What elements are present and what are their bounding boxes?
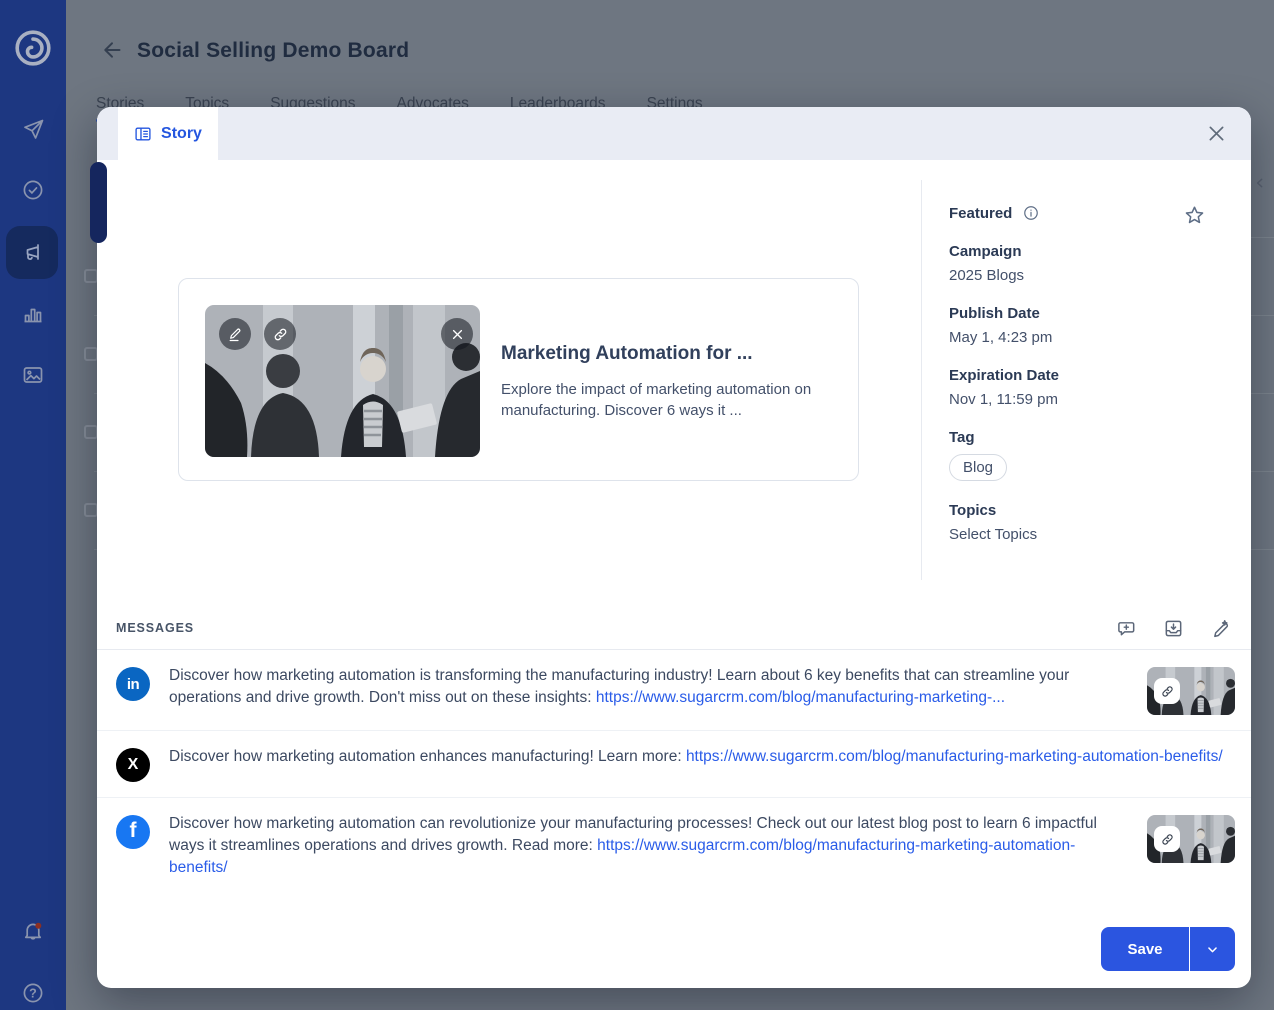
message-text: Discover how marketing automation enhanc… bbox=[169, 746, 1235, 768]
facebook-icon: f bbox=[116, 815, 150, 849]
expiration-date-value[interactable]: Nov 1, 11:59 pm bbox=[949, 391, 1199, 408]
message-thumbnail[interactable] bbox=[1147, 667, 1235, 715]
expiration-date-field: Expiration Date Nov 1, 11:59 pm bbox=[949, 367, 1199, 408]
message-link[interactable]: https://www.sugarcrm.com/blog/manufactur… bbox=[686, 748, 1223, 765]
campaign-label: Campaign bbox=[949, 243, 1022, 260]
chevron-down-icon bbox=[1208, 946, 1217, 952]
svg-text:?: ? bbox=[29, 986, 37, 1000]
topics-label: Topics bbox=[949, 502, 997, 519]
selected-story-indicator bbox=[90, 162, 107, 243]
app-sidebar: ? bbox=[0, 0, 66, 1010]
story-card-icon bbox=[135, 126, 151, 141]
story-modal: Story Marketing Automation for ... Explo… bbox=[97, 107, 1251, 988]
message-text: Discover how marketing automation can re… bbox=[169, 813, 1128, 879]
megaphone-icon[interactable] bbox=[21, 240, 45, 264]
help-icon[interactable]: ? bbox=[21, 981, 45, 1005]
page-title: Social Selling Demo Board bbox=[137, 39, 410, 62]
row-checkbox[interactable] bbox=[84, 347, 98, 361]
message-row-x[interactable]: X Discover how marketing automation enha… bbox=[97, 731, 1251, 798]
story-tab-label: Story bbox=[161, 124, 202, 142]
send-icon[interactable] bbox=[21, 117, 45, 141]
row-checkbox[interactable] bbox=[84, 425, 98, 439]
message-thumbnail[interactable] bbox=[1147, 815, 1235, 863]
row-checkbox[interactable] bbox=[84, 269, 98, 283]
campaign-value[interactable]: 2025 Blogs bbox=[949, 267, 1199, 284]
notifications-bell-icon[interactable] bbox=[21, 919, 45, 943]
tag-field: Tag Blog bbox=[949, 429, 1199, 481]
tag-label: Tag bbox=[949, 429, 975, 446]
tab-story[interactable]: Story bbox=[118, 107, 218, 160]
add-message-icon[interactable] bbox=[1116, 618, 1137, 639]
close-icon bbox=[452, 329, 462, 339]
message-row-facebook[interactable]: f Discover how marketing automation can … bbox=[97, 798, 1251, 894]
message-row-linkedin[interactable]: in Discover how marketing automation is … bbox=[97, 650, 1251, 731]
ai-compose-icon[interactable] bbox=[1210, 618, 1231, 639]
close-icon[interactable] bbox=[1206, 123, 1227, 144]
featured-label: Featured bbox=[949, 204, 1013, 222]
topics-select[interactable]: Select Topics bbox=[949, 526, 1199, 543]
x-twitter-icon: X bbox=[116, 748, 150, 782]
featured-field: Featured bbox=[949, 204, 1199, 222]
pencil-icon bbox=[229, 328, 240, 341]
back-arrow-icon[interactable] bbox=[100, 38, 124, 62]
messages-title: MESSAGES bbox=[116, 621, 195, 635]
publish-date-label: Publish Date bbox=[949, 305, 1040, 322]
message-body: Discover how marketing automation enhanc… bbox=[169, 748, 686, 765]
link-badge-icon bbox=[1154, 826, 1180, 852]
save-options-button[interactable] bbox=[1189, 927, 1235, 971]
save-button[interactable]: Save bbox=[1101, 927, 1189, 971]
edit-image-button[interactable] bbox=[219, 318, 251, 350]
message-text: Discover how marketing automation is tra… bbox=[169, 665, 1128, 709]
message-link[interactable]: https://www.sugarcrm.com/blog/manufactur… bbox=[596, 689, 1005, 706]
campaign-field: Campaign 2025 Blogs bbox=[949, 243, 1199, 284]
story-card: Marketing Automation for ... Explore the… bbox=[178, 278, 859, 481]
story-description: Explore the impact of marketing automati… bbox=[501, 381, 812, 419]
expiration-date-label: Expiration Date bbox=[949, 367, 1060, 384]
app-logo-swirl-icon[interactable] bbox=[11, 26, 55, 70]
publish-date-value[interactable]: May 1, 4:23 pm bbox=[949, 329, 1199, 346]
messages-list: in Discover how marketing automation is … bbox=[97, 650, 1251, 894]
image-icon[interactable] bbox=[21, 363, 45, 387]
linkedin-icon: in bbox=[116, 667, 150, 701]
link-badge-icon bbox=[1154, 678, 1180, 704]
topics-field: Topics Select Topics bbox=[949, 502, 1199, 543]
import-messages-icon[interactable] bbox=[1163, 618, 1184, 639]
row-checkbox[interactable] bbox=[84, 503, 98, 517]
story-details-panel: Featured Campaign 2025 Blogs Publish Dat… bbox=[949, 204, 1199, 564]
messages-header: MESSAGES bbox=[97, 607, 1251, 650]
check-circle-icon[interactable] bbox=[21, 178, 45, 202]
screen: ? Social Selling Demo Board Stories Topi… bbox=[0, 0, 1274, 1010]
story-title: Marketing Automation for ... bbox=[501, 343, 753, 364]
info-icon[interactable] bbox=[1022, 204, 1040, 222]
link-icon bbox=[272, 326, 289, 343]
image-link-button[interactable] bbox=[264, 318, 296, 350]
collapse-panel-chevron-icon[interactable] bbox=[1252, 175, 1268, 191]
modal-header: Story bbox=[97, 107, 1251, 160]
bar-chart-icon[interactable] bbox=[21, 302, 45, 326]
remove-image-button[interactable] bbox=[441, 318, 473, 350]
publish-date-field: Publish Date May 1, 4:23 pm bbox=[949, 305, 1199, 346]
tag-badge[interactable]: Blog bbox=[949, 454, 1008, 481]
save-split-button: Save bbox=[1101, 927, 1235, 971]
panel-divider bbox=[921, 180, 922, 580]
